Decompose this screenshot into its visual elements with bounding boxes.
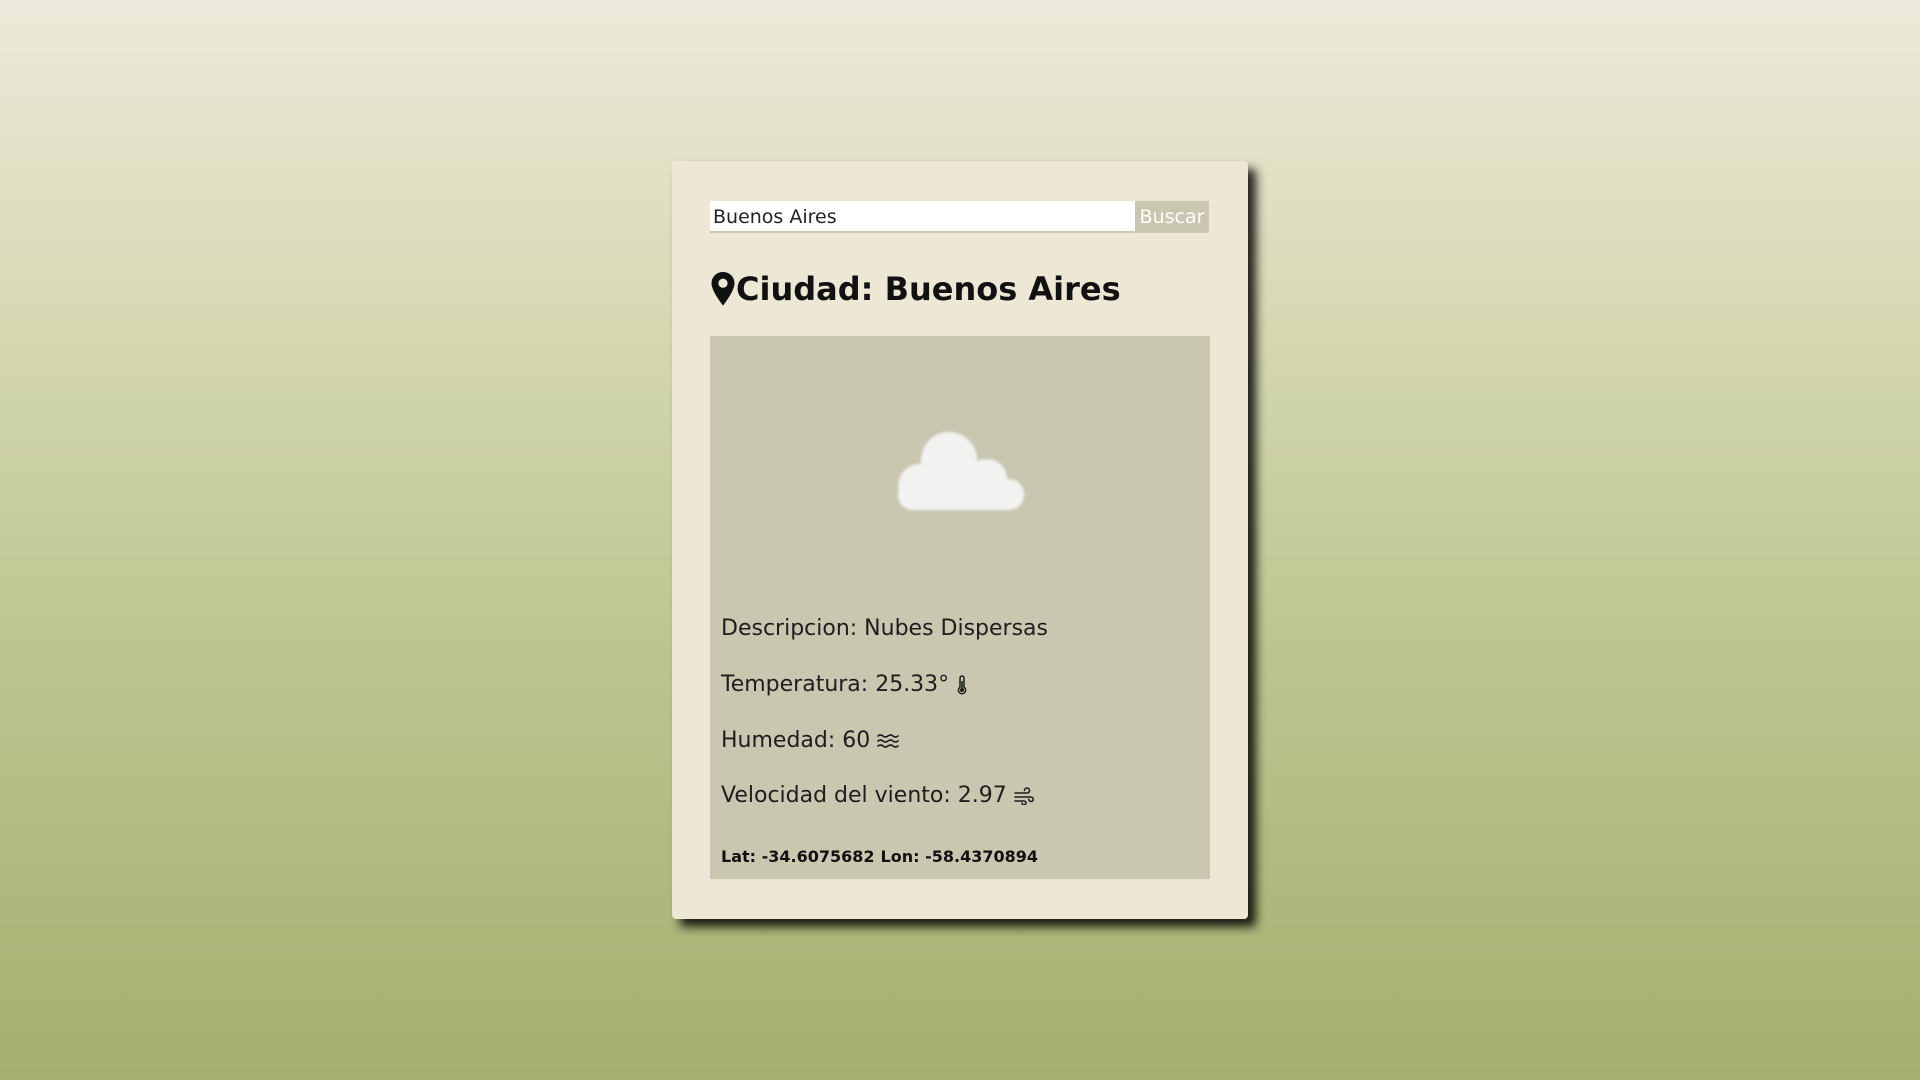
weather-description: Descripcion: Nubes Dispersas [721, 616, 1048, 641]
description-text: Descripcion: Nubes Dispersas [721, 616, 1048, 641]
weather-wind-speed: Velocidad del viento: 2.97 [721, 783, 1034, 808]
weather-temperature: Temperatura: 25.33° [721, 672, 968, 697]
wind-speed-text: Velocidad del viento: 2.97 [721, 783, 1007, 808]
humidity-waves-icon [877, 733, 900, 748]
city-title: Ciudad: Buenos Aires [736, 270, 1121, 308]
search-bar: Buscar [710, 201, 1209, 233]
humidity-text: Humedad: 60 [721, 728, 871, 753]
coordinates: Lat: -34.6075682 Lon: -58.4370894 [721, 847, 1038, 866]
temperature-text: Temperatura: 25.33° [721, 672, 950, 697]
search-button[interactable]: Buscar [1135, 201, 1209, 233]
wind-icon [1013, 786, 1034, 805]
city-heading: Ciudad: Buenos Aires [710, 267, 1121, 311]
location-pin-icon [711, 272, 735, 306]
weather-card: Buscar Ciudad: Buenos Aires Descripcion:… [672, 161, 1248, 919]
thermometer-icon [957, 674, 967, 695]
longitude-text: Lon: -58.4370894 [880, 847, 1038, 866]
city-search-input[interactable] [710, 201, 1135, 233]
cloud-icon [898, 432, 1024, 510]
weather-panel: Descripcion: Nubes Dispersas Temperatura… [710, 336, 1210, 879]
latitude-text: Lat: -34.6075682 [721, 847, 875, 866]
weather-humidity: Humedad: 60 [721, 728, 900, 753]
